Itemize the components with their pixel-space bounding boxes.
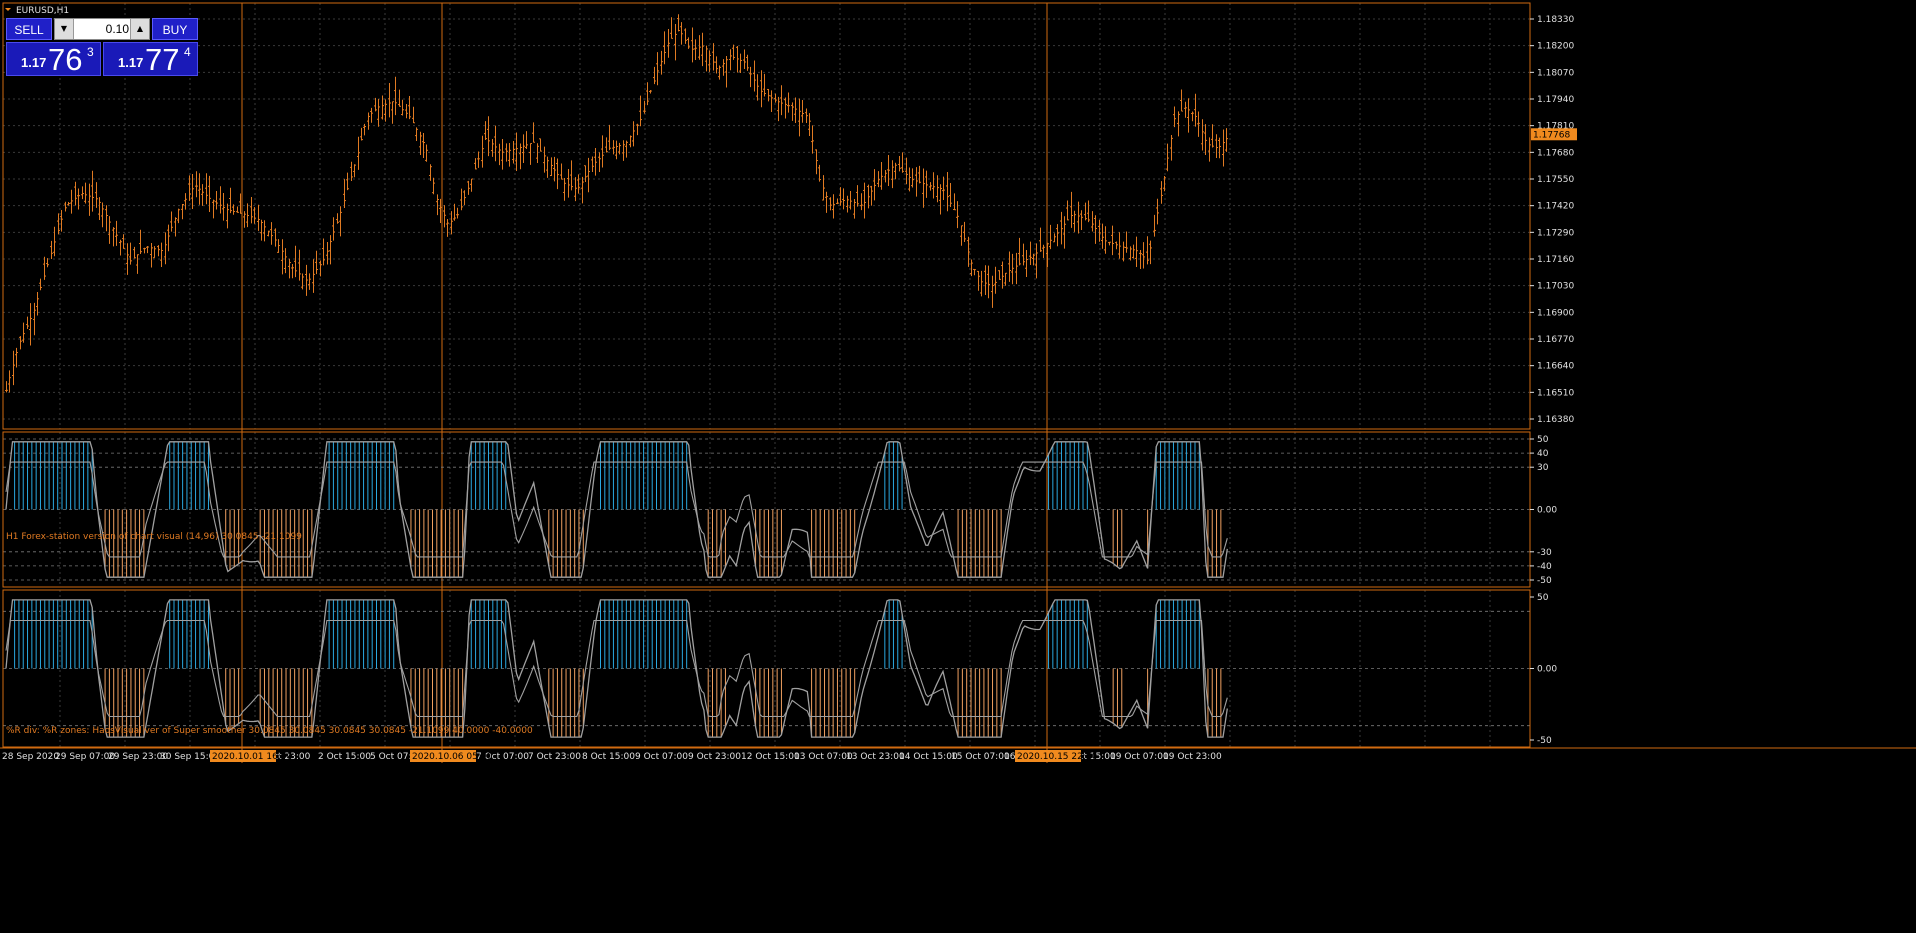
oscillator-tick-label: 40 [1537,449,1549,459]
time-tick-label: 19 Oct 07:00 [1110,752,1169,762]
price-axis: 1.183301.182001.180701.179401.178101.176… [1530,15,1577,746]
buy-price-display[interactable]: 1.17 77 4 [103,42,198,77]
sell-price-fraction: 3 [87,45,94,59]
time-tick-label: 28 Sep 2020 [2,752,59,762]
price-tick-label: 1.16640 [1537,362,1574,372]
time-tick-label: 12 Oct 15:00 [741,752,800,762]
oscillator-tick-label: 50 [1537,593,1549,603]
sell-price-pips: 76 [48,42,83,77]
sell-price-prefix: 1.17 [21,55,47,70]
buy-price-prefix: 1.17 [118,55,144,70]
grid [3,3,1530,747]
price-tick-label: 1.17160 [1537,255,1574,265]
time-axis: 28 Sep 202029 Sep 07:0029 Sep 23:0030 Se… [2,750,1222,762]
indicator-1-title: H1 Forex-station version of chart visual… [6,532,302,542]
panel-frames [0,2,1916,749]
time-tick-label: 13 Oct 07:00 [794,752,853,762]
time-tick-label: 19 Oct 23:00 [1163,752,1222,762]
price-tick-label: 1.18070 [1537,68,1574,78]
collapse-triangle-icon[interactable] [5,8,11,11]
oscillator-tick-label: 0.00 [1537,665,1557,675]
price-tick-label: 1.16380 [1537,415,1574,425]
oscillator-tick-label: -50 [1537,736,1552,746]
one-click-trading-panel: SELL ▼ ▲ BUY 1.17 76 3 1.17 77 4 [6,18,198,77]
price-tick-label: 1.17550 [1537,175,1574,185]
oscillator-tick-label: 30 [1537,463,1549,473]
time-tick-label: 13 Oct 23:00 [846,752,905,762]
lot-increase-icon[interactable]: ▲ [130,19,149,39]
oscillator-tick-label: -30 [1537,548,1552,558]
time-tick-label: 14 Oct 15:00 [899,752,958,762]
price-tick-label: 1.16770 [1537,335,1574,345]
time-tick-label: 15 Oct 07:00 [951,752,1010,762]
sell-button[interactable]: SELL [6,18,52,40]
time-tick-label: 8 Oct 15:00 [582,752,635,762]
indicator-2-title: %R div: %R zones: HaosVisual ver of Supe… [6,726,533,736]
buy-button[interactable]: BUY [152,18,198,40]
panel-frame [2,2,1531,430]
lot-size-stepper[interactable]: ▼ ▲ [54,18,150,40]
oscillator-tick-label: 50 [1537,435,1549,445]
indicator-2-plot [3,599,1530,738]
price-tick-label: 1.16510 [1537,388,1574,398]
price-tick-label: 1.17940 [1537,95,1574,105]
time-tick-label: 29 Sep 07:00 [55,752,115,762]
oscillator-tick-label: -40 [1537,562,1552,572]
price-tick-label: 1.17290 [1537,228,1574,238]
time-tick-label: 9 Oct 07:00 [635,752,688,762]
price-tick-label: 1.18200 [1537,42,1574,52]
lot-decrease-icon[interactable]: ▼ [55,19,74,39]
symbol-title: EURUSD,H1 [16,6,69,16]
crosshair-time-label: 2020.10.01 16:00 [212,752,293,762]
price-tick-label: 1.16900 [1537,308,1574,318]
buy-price-fraction: 4 [184,45,191,59]
time-tick-label: 7 Oct 23:00 [528,752,581,762]
price-tick-label: 1.17030 [1537,282,1574,292]
current-price-label: 1.17768 [1533,130,1570,140]
time-tick-label: 2 Oct 15:00 [318,752,371,762]
price-tick-label: 1.17420 [1537,202,1574,212]
buy-price-pips: 77 [145,42,180,77]
time-tick-label: 9 Oct 23:00 [688,752,741,762]
chart-canvas[interactable]: 1.183301.182001.180701.179401.178101.176… [0,0,1916,933]
crosshair-time-label: 2020.10.15 22:00 [1017,752,1098,762]
oscillator-tick-label: -50 [1537,576,1552,586]
price-tick-label: 1.17680 [1537,148,1574,158]
oscillator-tick-label: 0.00 [1537,506,1557,516]
lot-size-input[interactable] [75,19,129,39]
price-tick-label: 1.18330 [1537,15,1574,25]
indicator-1-plot [3,438,1530,581]
crosshair-time-label: 2020.10.06 05:00 [412,752,493,762]
sell-price-display[interactable]: 1.17 76 3 [6,42,101,77]
